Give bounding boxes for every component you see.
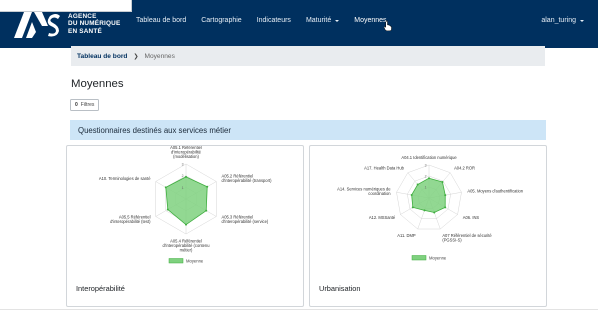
- radar-data-point: [205, 209, 208, 212]
- radar-axis-label: A06. INS: [463, 215, 480, 220]
- radar-axis-label: A05.4 Référentiel d'interopérabilité (con…: [163, 239, 210, 253]
- breadcrumb-home-link[interactable]: Tableau de bord: [77, 53, 127, 60]
- radar-axis-label: A05.5 Référentiel d'interopérabilité (tes…: [110, 215, 151, 225]
- radar-data-point: [433, 211, 436, 214]
- radar-data-point: [441, 180, 444, 183]
- radar-tick-label: 1: [425, 186, 427, 190]
- nav-item-tableau-de-bord[interactable]: Tableau de bord: [136, 17, 186, 24]
- chart-card-interoperabilite: 1 2 3 A05.1 Référentiel d'interopérabilité (m…: [66, 145, 304, 307]
- chart-legend[interactable]: Moyenne: [411, 255, 447, 261]
- radar-tick-label: 2: [182, 174, 184, 178]
- chart-title: Urbanisation: [319, 284, 361, 293]
- radar-axis-label: A17. Health Data Hub: [364, 166, 405, 171]
- radar-data-point: [416, 183, 419, 186]
- radar-axis-label: A05.2 Référentiel d'interopérabilité (tra…: [222, 174, 273, 184]
- chart-card-urbanisation: 1 2 3 A04.1 Identification numérique A04.2 R…: [309, 145, 547, 307]
- radar-data-point: [164, 186, 167, 189]
- radar-data-point: [185, 175, 187, 178]
- radar-data-point: [410, 193, 413, 196]
- nav-item-cartographie[interactable]: Cartographie: [201, 17, 241, 24]
- radar-data-point: [428, 177, 430, 180]
- radar-series-area: [165, 176, 208, 226]
- chart-legend[interactable]: Moyenne: [168, 258, 204, 264]
- brand-line-3: EN SANTÉ: [68, 27, 102, 35]
- radar-data-point: [206, 185, 209, 188]
- page: AGENCE DU NUMÉRIQUE EN SANTÉ Tableau de …: [0, 0, 598, 314]
- nav-item-maturite-label: Maturité: [305, 17, 332, 24]
- caret-down-icon: [335, 19, 340, 22]
- radar-axis-label: A07 Référentiel de sécurité (PGSSI-S): [442, 233, 492, 243]
- breadcrumb-current: Moyennes: [144, 52, 175, 60]
- filters-count: 0: [75, 102, 78, 108]
- radar-axis-label: A04.1 Identification numérique: [401, 155, 457, 160]
- radar-data-point: [166, 208, 169, 211]
- radar-data-point: [185, 223, 187, 226]
- chevron-right-icon: ❯: [133, 53, 139, 60]
- radar-tick-label: 3: [425, 164, 427, 168]
- username: alan_turing: [541, 17, 576, 24]
- legend-label: Moyenne: [186, 259, 204, 264]
- radar-axis-label: A11. DMP: [397, 233, 416, 238]
- radar-tick-label: 1: [182, 186, 184, 190]
- radar-tick-label: 2: [425, 175, 427, 179]
- radar-tick-label: 3: [182, 163, 184, 167]
- radar-data-point: [444, 194, 447, 197]
- brand-name: AGENCE DU NUMÉRIQUE EN SANTÉ: [68, 13, 120, 35]
- brand-logo[interactable]: AGENCE DU NUMÉRIQUE EN SANTÉ: [12, 8, 120, 40]
- radar-axis-label: A05.3 Référentiel d'interopérabilité (ser…: [222, 215, 269, 225]
- legend-label: Moyenne: [429, 256, 447, 261]
- brand-line-2: DU NUMÉRIQUE: [68, 20, 121, 28]
- main-nav: Tableau de bord Cartographie Indicateurs…: [136, 17, 402, 24]
- section-title: Questionnaires destinés aux services mét…: [78, 125, 231, 135]
- nav-item-moyennes[interactable]: Moyennes: [354, 17, 386, 24]
- legend-swatch: [168, 258, 184, 264]
- radar-axis-label: A14. Services numériques de coordination: [337, 186, 391, 196]
- filters-button[interactable]: 0 Filtres: [70, 99, 100, 111]
- nav-item-moyennes-label: Moyennes: [354, 17, 387, 24]
- radar-data-point: [444, 206, 447, 209]
- radar-axis-label: A05.1 Référentiel d'interopérabilité (modé…: [170, 146, 202, 159]
- chart-title: Interopérabilité: [76, 284, 125, 293]
- radar-axis-label: A04.2 ROR: [454, 166, 475, 171]
- legend-swatch: [411, 255, 427, 261]
- nav-item-maturite[interactable]: Maturité: [305, 17, 340, 24]
- ans-logo-mark: [14, 12, 60, 38]
- radar-data-point: [423, 209, 426, 212]
- section-banner: Questionnaires destinés aux services mét…: [70, 120, 546, 140]
- radar-axis-label: A10. Terminologies de santé: [99, 176, 151, 181]
- hand-cursor-icon: [384, 20, 392, 31]
- radar-axis-label: A12. MSSanté: [369, 215, 396, 220]
- page-bottom-edge: [0, 309, 598, 314]
- radar-data-point: [411, 206, 414, 209]
- radar-axis-label: A05. Moyens d'authentification: [467, 189, 523, 194]
- nav-item-indicateurs[interactable]: Indicateurs: [257, 17, 291, 24]
- overlapping-window-edge: [0, 0, 132, 12]
- page-title: Moyennes: [71, 78, 124, 90]
- breadcrumb: Tableau de bord ❯ Moyennes: [71, 46, 545, 66]
- filters-label: Filtres: [80, 102, 95, 108]
- caret-down-icon: [580, 19, 584, 22]
- user-menu[interactable]: alan_turing: [541, 17, 584, 24]
